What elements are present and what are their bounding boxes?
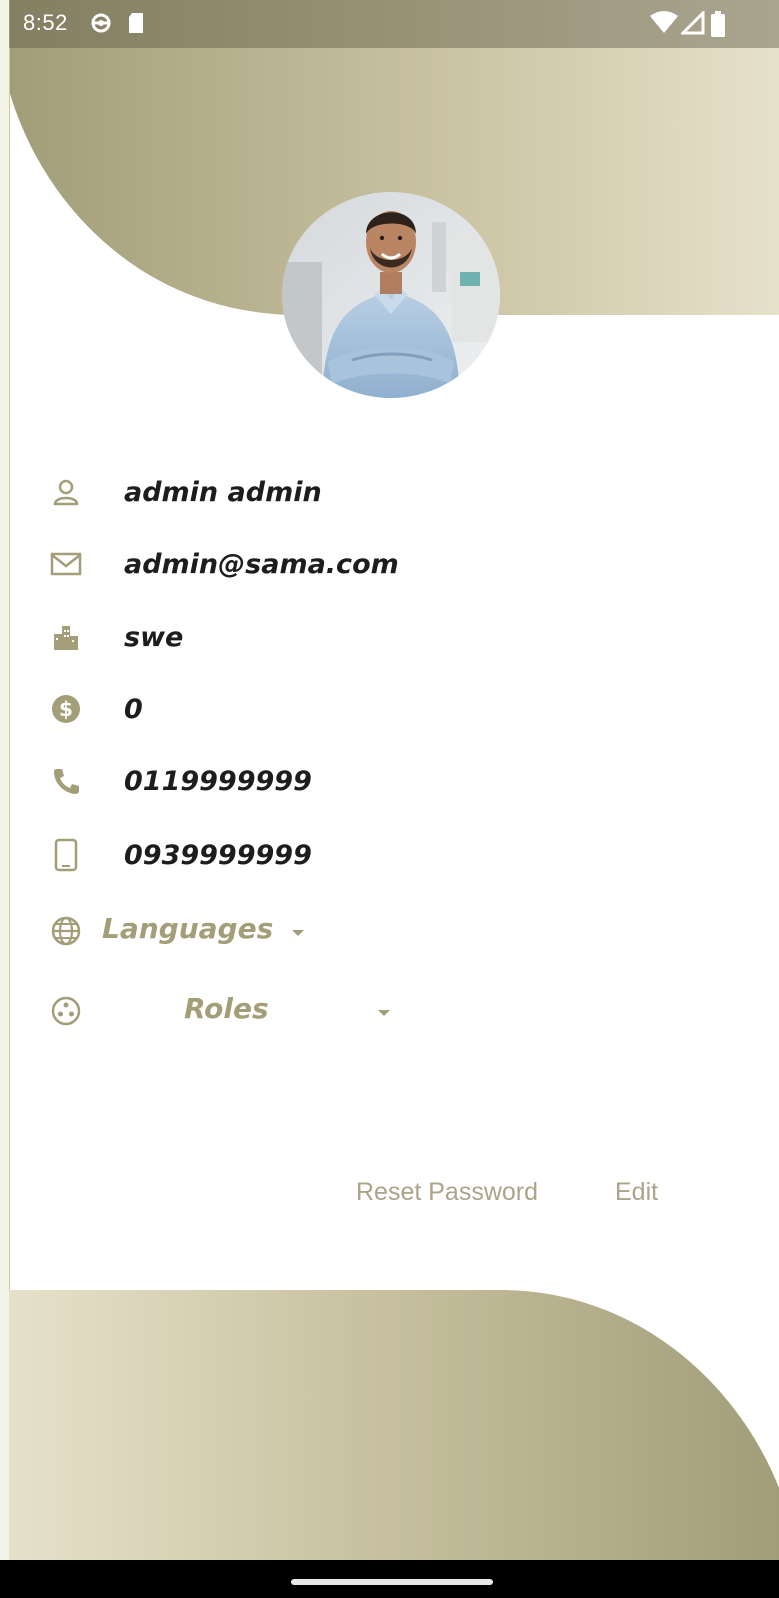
battery-icon [711,11,725,42]
globe-icon [48,913,84,949]
balance-row: $ 0 [48,689,143,729]
chevron-down-icon [292,930,304,936]
settings-gear-icon [89,11,113,40]
user-mobile: 0939999999 [124,839,312,871]
home-gesture-handle[interactable] [291,1579,493,1585]
building-icon [48,619,84,655]
phone-row: 0119999999 [48,761,312,801]
dollar-icon: $ [48,691,84,727]
name-row: admin admin [48,472,322,512]
svg-text:$: $ [59,697,73,721]
user-phone: 0119999999 [124,765,312,797]
roles-row [48,991,84,1031]
mobile-row: 0939999999 [48,835,312,875]
email-row: admin@sama.com [48,544,399,584]
company-row: swe [48,617,183,657]
roles-dropdown-label: Roles [184,992,269,1025]
languages-dropdown-label: Languages [102,912,274,945]
reset-password-button[interactable]: Reset Password [356,1178,538,1207]
sd-card-icon [127,11,145,40]
roles-dropdown[interactable]: Roles [100,986,400,1036]
status-time: 8:52 [23,10,68,35]
status-bar: 8:52 [9,0,779,48]
smartphone-icon [48,837,84,873]
mail-icon [48,546,84,582]
user-company: swe [124,621,184,653]
user-balance: 0 [124,693,143,725]
person-icon [48,474,84,510]
user-email: admin@sama.com [124,548,399,580]
languages-dropdown[interactable]: Languages [100,906,320,956]
phone-icon [48,763,84,799]
edit-button[interactable]: Edit [615,1178,658,1207]
avatar [282,192,500,398]
wifi-icon [649,11,679,40]
signal-icon [679,9,705,40]
bottom-wave-decoration [9,1290,779,1560]
user-name: admin admin [124,476,322,508]
chevron-down-icon [378,1010,390,1016]
roles-icon [48,993,84,1029]
languages-row [48,911,84,951]
profile-screen: 8:52 admin admin admin@sama.com swe $ 0 … [0,0,779,1598]
